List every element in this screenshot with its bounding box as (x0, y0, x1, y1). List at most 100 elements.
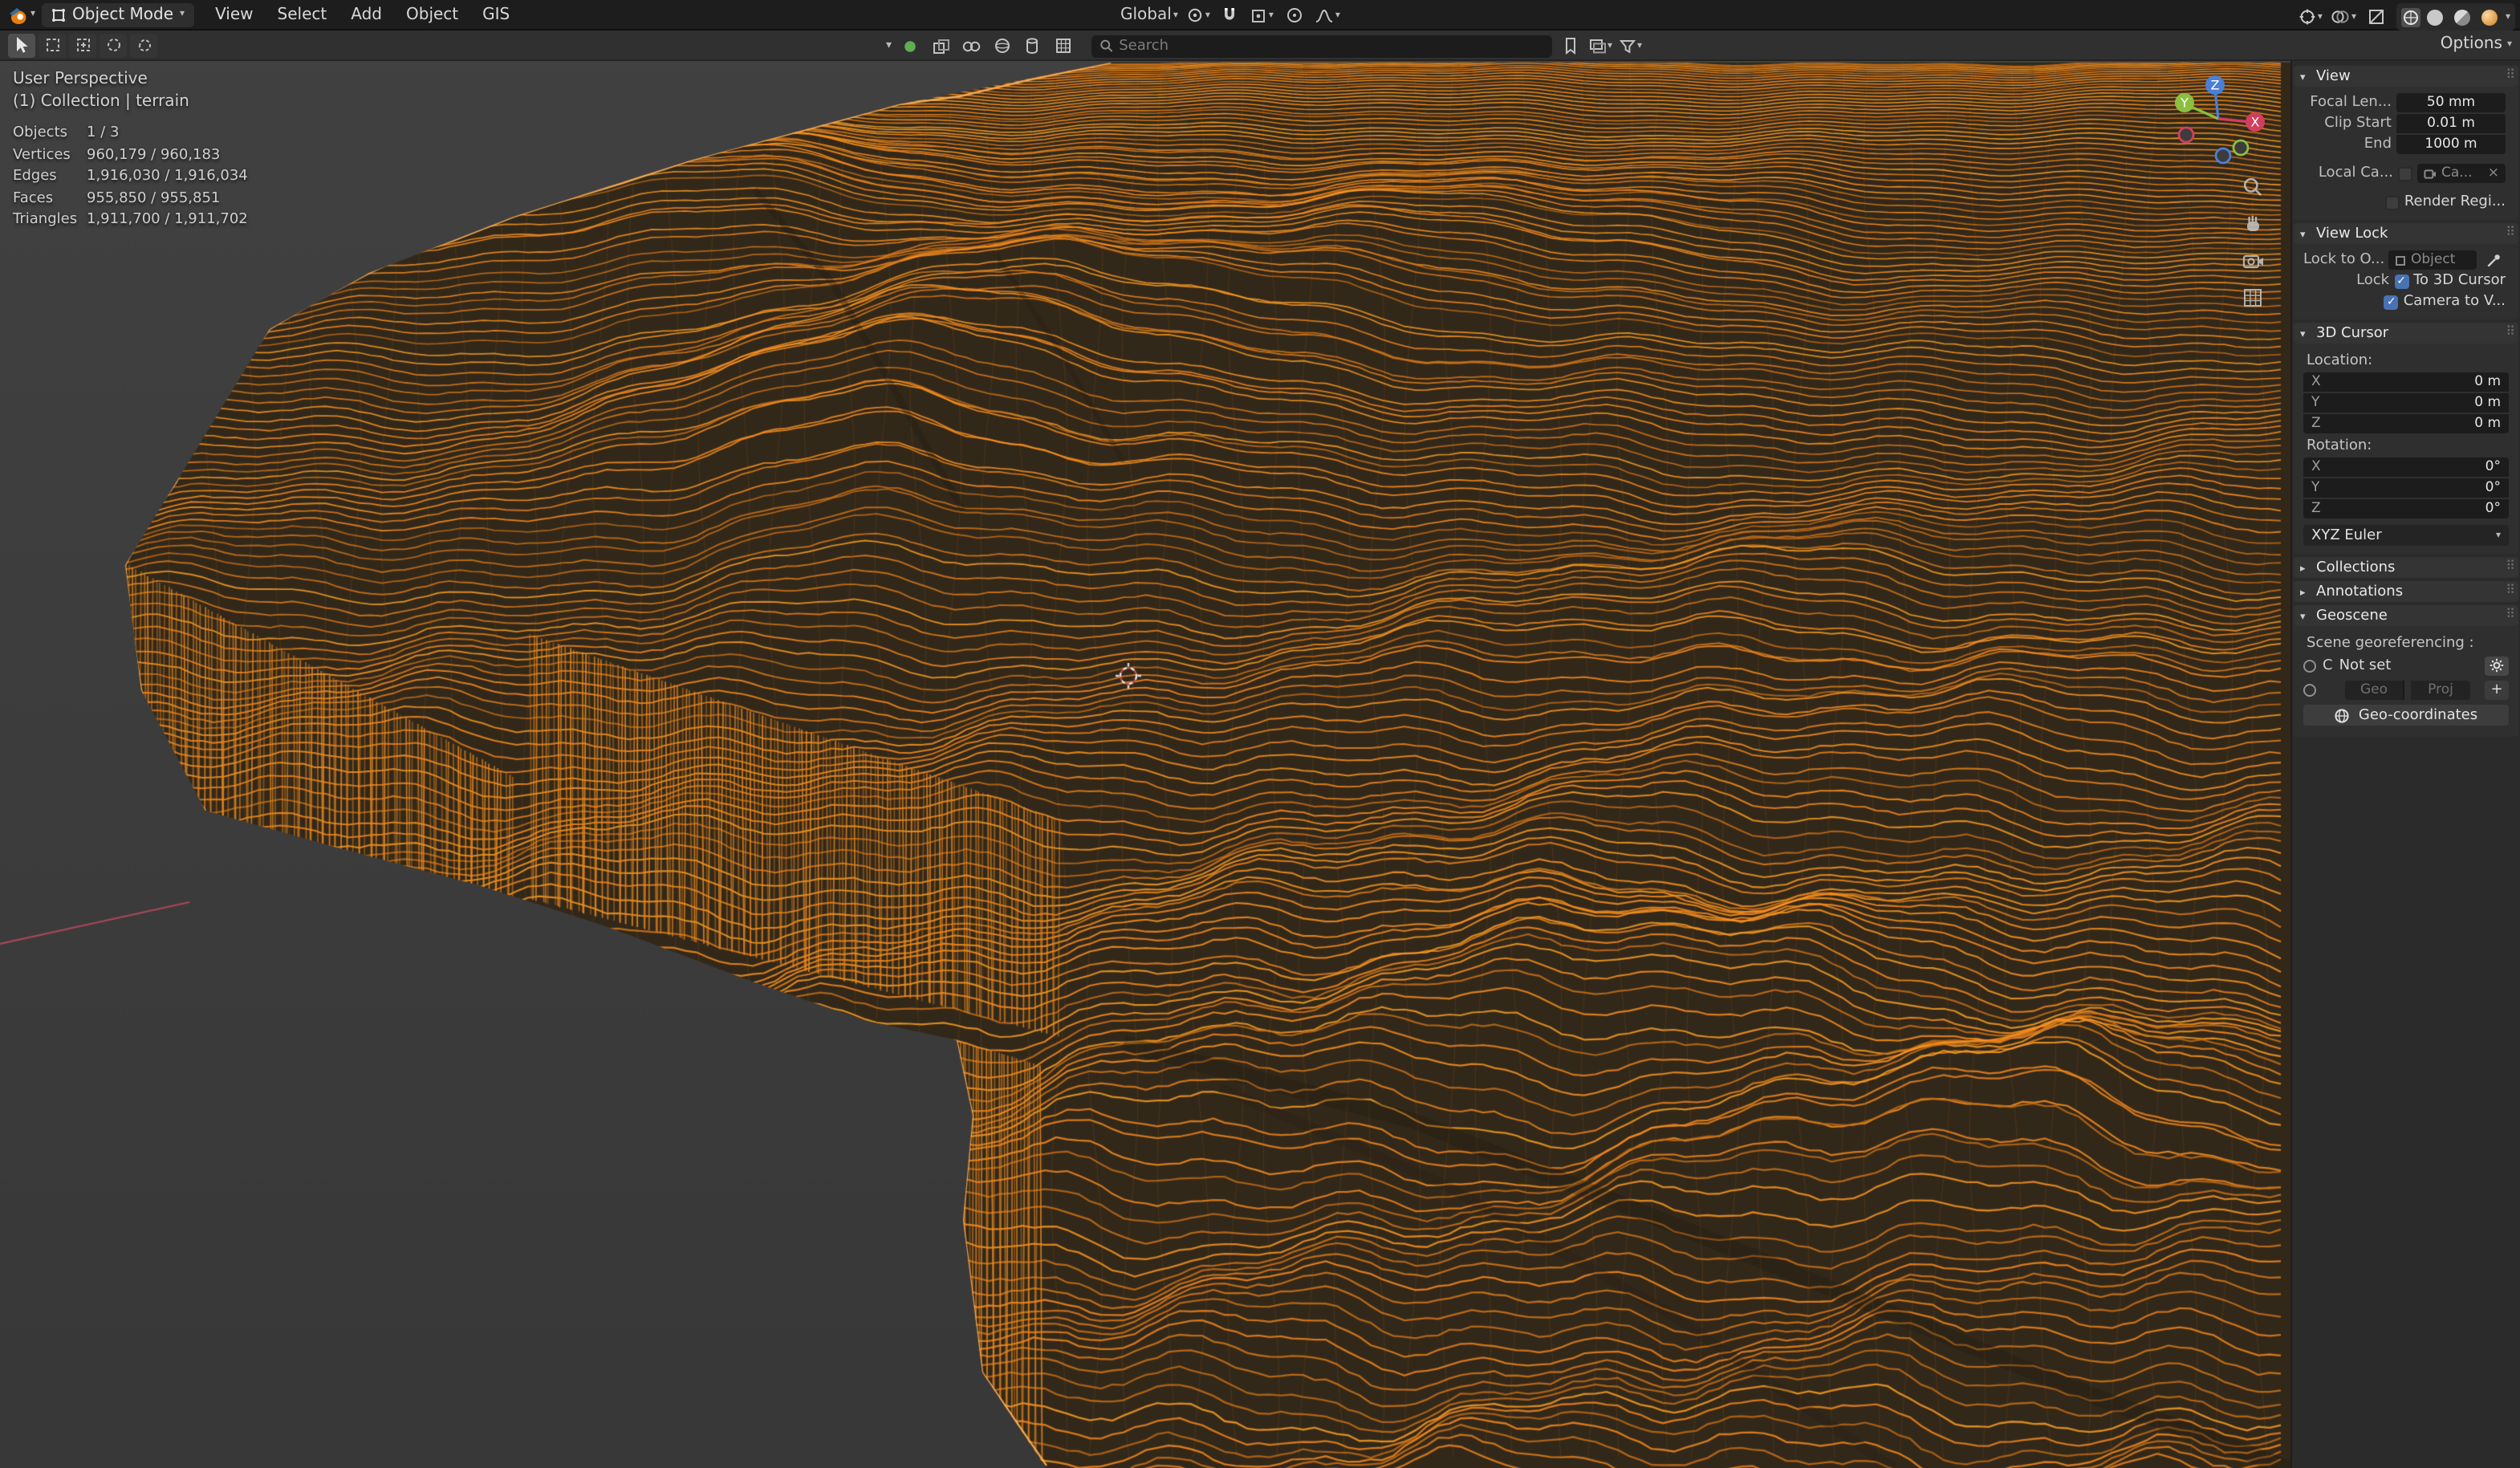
app-menu-button[interactable]: ▾ (8, 2, 35, 26)
panel-annotations-header[interactable]: ▸ Annotations ⠿ (2294, 581, 2518, 602)
zoom-tool[interactable] (2239, 173, 2266, 201)
render-region-checkbox[interactable] (2385, 195, 2400, 209)
options-button[interactable]: Options ▾ (2441, 35, 2512, 53)
lock-3d-cursor-checkbox[interactable]: ✓ (2394, 274, 2408, 288)
panel-geoscene-header[interactable]: ▾ Geoscene ⠿ (2294, 605, 2518, 626)
box-select-button[interactable] (69, 33, 96, 57)
layers-button[interactable] (929, 34, 953, 58)
cursor-rotation-y-field[interactable]: Y 0° (2303, 478, 2509, 498)
bookmark-button[interactable] (1558, 34, 1582, 58)
snap-toggle[interactable] (1218, 3, 1242, 27)
rotation-mode-dropdown[interactable]: XYZ Euler ▾ (2303, 525, 2509, 546)
gizmo-x-label: X (2251, 115, 2260, 130)
gizmo-x-neg-handle[interactable] (2179, 128, 2193, 142)
menu-gis[interactable]: GIS (471, 2, 521, 26)
panel-view-lock-header[interactable]: ▾ View Lock ⠿ (2294, 223, 2518, 244)
viewport-canvas[interactable] (0, 61, 2290, 1468)
pan-tool[interactable] (2239, 210, 2266, 238)
mode-dropdown[interactable]: Object Mode ▾ (42, 2, 194, 26)
eyedropper-button[interactable] (2481, 250, 2506, 270)
camera-to-view-checkbox[interactable]: ✓ (2384, 295, 2399, 309)
xray-toggle[interactable] (2364, 5, 2388, 29)
menu-view[interactable]: View (204, 2, 264, 26)
display-settings-dropdown[interactable]: ▾ (1588, 34, 1612, 58)
shading-rendered-button[interactable] (2478, 5, 2502, 29)
local-camera-field[interactable]: Ca... × (2417, 164, 2506, 183)
search-input[interactable] (1119, 38, 1543, 54)
panel-3d-cursor: ▾ 3D Cursor ⠿ Location: X 0 m Y 0 m Z 0 … (2294, 323, 2518, 554)
navigation-gizmo[interactable]: Z Y X (2167, 67, 2270, 170)
gizmo-y-neg-handle[interactable] (2233, 140, 2248, 155)
shading-rendered-icon (2482, 9, 2498, 25)
viewport-3d[interactable]: User Perspective (1) Collection | terrai… (0, 61, 2290, 1468)
focal-length-field[interactable]: 50 mm (2396, 93, 2506, 112)
search-box[interactable] (1091, 35, 1551, 57)
snap-target-dropdown[interactable]: ▾ (1250, 3, 1274, 27)
pivot-point-icon (1186, 6, 1204, 24)
lasso-select-button[interactable] (130, 33, 157, 57)
lock-object-field[interactable]: Object (2388, 250, 2477, 270)
show-overlays-dropdown[interactable]: ▾ (2331, 5, 2356, 29)
circle-select-button[interactable] (100, 33, 127, 57)
drag-handle-icon[interactable]: ⠿ (2506, 67, 2514, 82)
cursor-rotation-z-field[interactable]: Z 0° (2303, 499, 2509, 518)
shading-material-button[interactable] (2451, 5, 2475, 29)
filter-funnel-icon (1620, 38, 1636, 54)
drag-handle-icon[interactable]: ⠿ (2506, 559, 2514, 573)
ortho-grid-tool[interactable] (2239, 284, 2266, 311)
add-crs-button[interactable]: + (2485, 680, 2509, 699)
crs-settings-button[interactable] (2485, 656, 2509, 675)
pivot-point-dropdown[interactable]: ▾ (1186, 3, 1210, 27)
cursor-location-z-field[interactable]: Z 0 m (2303, 414, 2509, 433)
grid-icon (2242, 287, 2263, 308)
menu-add[interactable]: Add (339, 2, 393, 26)
rings-button[interactable] (959, 34, 983, 58)
proportional-edit-toggle[interactable] (1282, 3, 1307, 27)
radio-icon[interactable] (2303, 659, 2316, 672)
panel-3d-cursor-header[interactable]: ▾ 3D Cursor ⠿ (2294, 323, 2518, 344)
geo-button[interactable]: Geo (2345, 680, 2404, 699)
filter-dropdown[interactable]: ▾ (1619, 34, 1643, 58)
drag-handle-icon[interactable]: ⠿ (2506, 607, 2514, 621)
cursor-location-x-field[interactable]: X 0 m (2303, 372, 2509, 392)
gizmo-z-neg-handle[interactable] (2216, 148, 2230, 163)
sphere-button[interactable] (990, 34, 1014, 58)
panel-collections-header[interactable]: ▸ Collections ⠿ (2294, 557, 2518, 578)
camera-view-tool[interactable] (2239, 247, 2266, 274)
clip-start-field[interactable]: 0.01 m (2396, 114, 2506, 133)
panel-view-header[interactable]: ▾ View ⠿ (2294, 66, 2518, 87)
collapse-header-chevron-icon[interactable]: ▾ (886, 40, 892, 51)
shading-wireframe-button[interactable] (2401, 7, 2420, 26)
falloff-dropdown[interactable]: ▾ (1315, 3, 1340, 27)
green-dot-button[interactable] (898, 34, 922, 58)
tweak-select-button[interactable] (39, 33, 66, 57)
proj-button[interactable]: Proj (2411, 680, 2470, 699)
grid-button[interactable] (1051, 34, 1075, 58)
drag-handle-icon[interactable]: ⠿ (2506, 324, 2514, 339)
local-camera-checkbox[interactable] (2398, 166, 2412, 181)
cursor-icon (14, 35, 29, 55)
camera-icon (2242, 252, 2264, 270)
cursor-location-y-field[interactable]: Y 0 m (2303, 393, 2509, 413)
cylinder-button[interactable] (1020, 34, 1044, 58)
select-tool-button[interactable] (8, 33, 35, 57)
menu-object[interactable]: Object (395, 2, 469, 26)
snap-target-icon (1251, 7, 1267, 23)
drag-handle-icon[interactable]: ⠿ (2506, 225, 2514, 239)
rotation-label: Rotation: (2307, 438, 2506, 454)
drag-handle-icon[interactable]: ⠿ (2506, 583, 2514, 597)
collection-label: (1) Collection | terrain (13, 93, 248, 111)
geo-coordinates-button[interactable]: Geo-coordinates (2303, 705, 2509, 726)
menu-select[interactable]: Select (266, 2, 339, 26)
show-gizmo-dropdown[interactable]: ▾ (2298, 5, 2323, 29)
radio-icon[interactable] (2303, 683, 2316, 696)
orientation-dropdown[interactable]: Global ▾ (1120, 3, 1178, 27)
chevron-down-icon: ▾ (1269, 10, 1274, 20)
clip-end-field[interactable]: 1000 m (2396, 134, 2506, 153)
clear-icon[interactable]: × (2488, 165, 2499, 181)
shading-solid-button[interactable] (2424, 5, 2448, 29)
cursor-rotation-x-field[interactable]: X 0° (2303, 457, 2509, 477)
stat-label: Edges (13, 169, 87, 185)
chevron-down-icon: ▾ (1637, 41, 1642, 51)
chevron-down-icon: ▾ (180, 10, 185, 19)
